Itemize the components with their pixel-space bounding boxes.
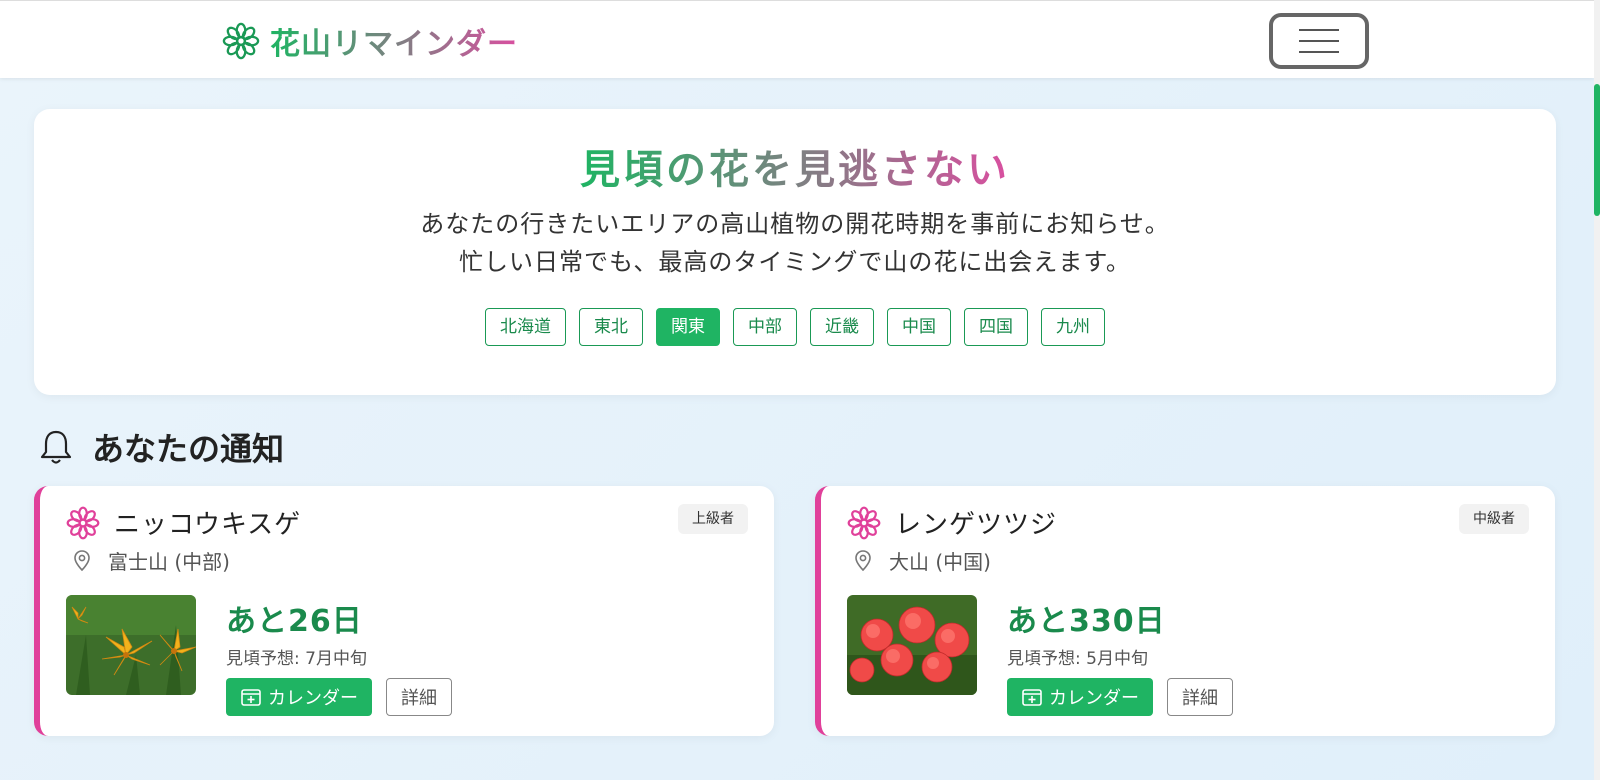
flower-name: レンゲツツジ — [895, 510, 1058, 540]
location: 富士山 (中部) — [70, 546, 230, 575]
navbar: 花山リマインダー — [0, 0, 1594, 78]
flower-icon — [847, 506, 881, 539]
region-button-kinki[interactable]: 近畿 — [810, 308, 874, 346]
days-remaining: あと26日 — [226, 604, 363, 639]
detail-button[interactable]: 詳細 — [386, 678, 452, 716]
region-filter: 北海道 東北 関東 中部 近畿 中国 四国 九州 — [34, 308, 1556, 346]
calendar-plus-icon — [241, 689, 261, 706]
add-to-calendar-button[interactable]: カレンダー — [1007, 678, 1153, 716]
difficulty-badge: 上級者 — [678, 504, 748, 534]
region-button-tohoku[interactable]: 東北 — [579, 308, 643, 346]
bell-icon — [40, 430, 72, 464]
scrollbar-thumb[interactable] — [1594, 84, 1600, 216]
days-remaining: あと330日 — [1007, 604, 1166, 639]
detail-button[interactable]: 詳細 — [1167, 678, 1233, 716]
hamburger-icon — [1299, 29, 1339, 31]
notification-card[interactable]: ニッコウキスゲ 上級者 富士山 (中部) あと26日 見頃予想: 7月中旬 カレ… — [34, 486, 774, 736]
scrollbar[interactable] — [1594, 0, 1600, 780]
flower-photo — [66, 595, 196, 695]
map-pin-icon — [855, 549, 871, 571]
hero-description: あなたの行きたいエリアの高山植物の開花時期を事前にお知らせ。 忙しい日常でも、最高… — [420, 210, 1170, 276]
region-button-hokkaido[interactable]: 北海道 — [485, 308, 566, 346]
hero-title: 見頃の花を見逃さない — [580, 147, 1010, 193]
notification-card[interactable]: レンゲツツジ 中級者 大山 (中国) あと330日 見頃予想: 5月中旬 カレン… — [815, 486, 1555, 736]
flower-icon — [222, 22, 260, 60]
bloom-forecast: 見頃予想: 5月中旬 — [1007, 649, 1148, 669]
flower-name: ニッコウキスゲ — [114, 510, 302, 540]
location: 大山 (中国) — [851, 546, 991, 575]
region-button-chugoku[interactable]: 中国 — [887, 308, 951, 346]
flower-icon — [66, 506, 100, 539]
brand[interactable]: 花山リマインダー — [222, 19, 518, 63]
map-pin-icon — [74, 549, 90, 571]
bloom-forecast: 見頃予想: 7月中旬 — [226, 649, 367, 669]
region-button-kanto[interactable]: 関東 — [656, 308, 720, 346]
difficulty-badge: 中級者 — [1459, 504, 1529, 534]
region-button-shikoku[interactable]: 四国 — [964, 308, 1028, 346]
menu-toggle-button[interactable] — [1269, 13, 1369, 69]
add-to-calendar-button[interactable]: カレンダー — [226, 678, 372, 716]
hero-section: 見頃の花を見逃さない あなたの行きたいエリアの高山植物の開花時期を事前にお知らせ… — [34, 109, 1556, 395]
brand-title: 花山リマインダー — [270, 19, 518, 63]
region-button-chubu[interactable]: 中部 — [733, 308, 797, 346]
flower-photo — [847, 595, 977, 695]
region-button-kyushu[interactable]: 九州 — [1041, 308, 1105, 346]
notifications-heading: あなたの通知 — [36, 424, 284, 470]
calendar-plus-icon — [1022, 689, 1042, 706]
